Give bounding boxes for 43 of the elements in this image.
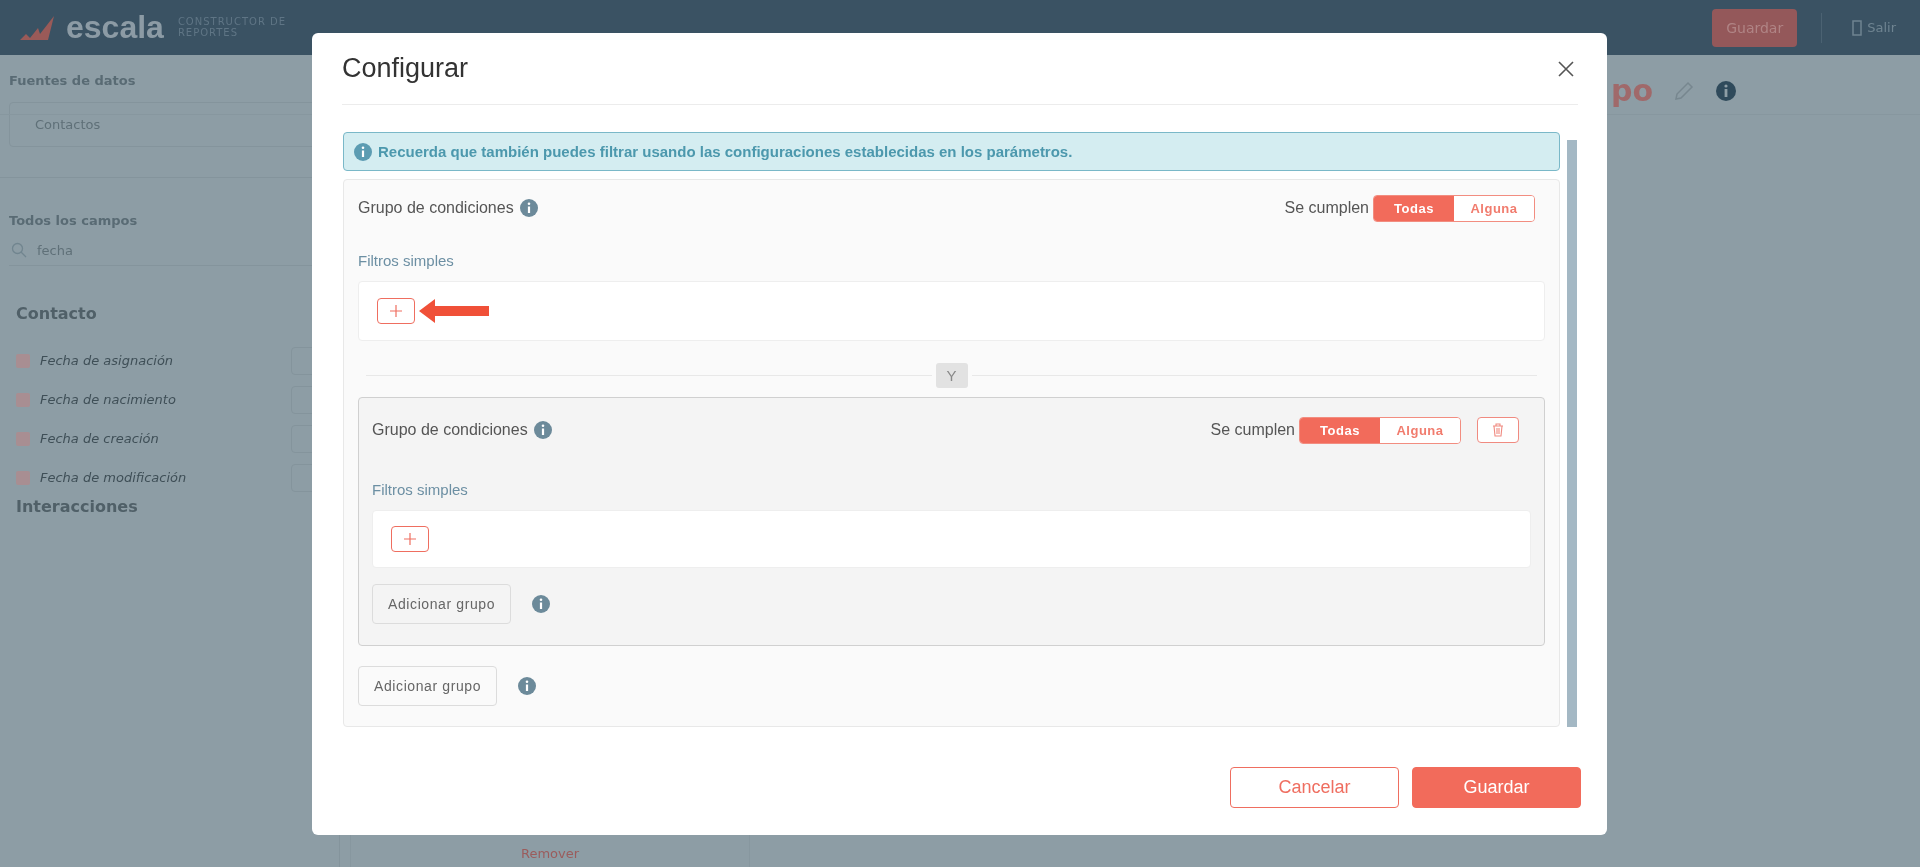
match-option-toggle[interactable]: Todas (1300, 417, 1380, 443)
field-name[interactable]: Fecha de asignación (40, 353, 281, 368)
info-icon (354, 142, 372, 161)
info-icon[interactable] (519, 199, 538, 217)
search-icon (11, 242, 27, 258)
match-label: Se cumplen (1284, 199, 1369, 217)
pointer-arrow-icon (419, 298, 489, 324)
match-option-toggle[interactable]: Alguna (1454, 195, 1534, 221)
info-icon[interactable] (1715, 79, 1738, 102)
add-filter-button[interactable] (377, 298, 415, 324)
report-title: po (1611, 73, 1654, 108)
plus-icon (403, 532, 417, 546)
field-name[interactable]: Fecha de modificación (40, 470, 281, 485)
add-filter-button[interactable] (391, 526, 429, 552)
plus-icon (389, 304, 403, 318)
alert-text: Recuerda que también puedes filtrar usando las configuraciones establecidas en los parámetros. (378, 143, 1073, 160)
add-group-button[interactable]: Adicionar grupo (358, 666, 498, 706)
and-connector-badge: Y (935, 363, 968, 388)
info-icon[interactable] (532, 595, 551, 613)
dialog-title: Configurar (342, 53, 469, 84)
add-group-button[interactable]: Adicionar grupo (372, 584, 512, 624)
trash-icon (1492, 423, 1504, 437)
field-name[interactable]: Fecha de creación (40, 431, 281, 446)
cancel-button[interactable]: Cancelar (1230, 767, 1399, 808)
info-icon[interactable] (533, 421, 552, 439)
match-option-toggle[interactable]: Alguna (1380, 417, 1460, 443)
save-button[interactable]: Guardar (1412, 767, 1581, 808)
door-icon (1852, 19, 1863, 36)
match-label: Se cumplen (1210, 421, 1295, 439)
filters-label: Filtros simples (372, 481, 469, 498)
filters-label: Filtros simples (358, 252, 455, 269)
field-type-icon (16, 392, 30, 407)
field-type-icon (16, 470, 30, 485)
logo-text: escala (66, 9, 164, 46)
delete-button[interactable] (1477, 417, 1519, 443)
info-icon[interactable] (518, 677, 537, 695)
group-title: Grupo de condiciones (358, 199, 514, 217)
field-type-icon (16, 353, 30, 368)
group-title: Grupo de condiciones (372, 421, 528, 439)
field-name[interactable]: Fecha de nacimiento (40, 392, 281, 407)
field-type-icon (16, 431, 30, 446)
match-option-toggle[interactable]: Todas (1374, 195, 1454, 221)
remove-link[interactable]: Remover (520, 846, 580, 861)
